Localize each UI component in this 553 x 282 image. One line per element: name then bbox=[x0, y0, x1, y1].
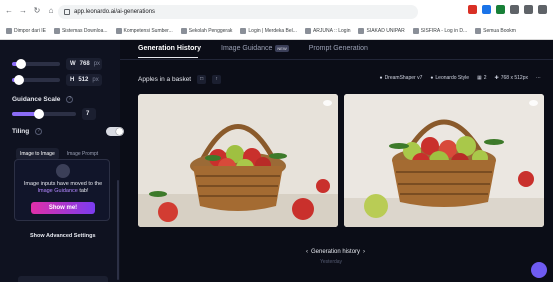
folder-icon bbox=[53, 28, 60, 34]
guidance-label: Guidance Scale bbox=[12, 96, 61, 103]
tabs-divider bbox=[120, 59, 553, 60]
extension-icon[interactable] bbox=[468, 5, 477, 14]
site-icon bbox=[358, 28, 365, 34]
new-badge: NEW bbox=[275, 45, 289, 52]
show-advanced-settings[interactable]: Show Advanced Settings bbox=[30, 233, 96, 239]
more-icon[interactable]: ⋯ bbox=[536, 75, 541, 81]
guidance-header: Guidance Scale ? bbox=[12, 96, 74, 103]
help-icon[interactable]: ? bbox=[66, 96, 74, 103]
height-slider[interactable] bbox=[12, 75, 60, 85]
home-icon[interactable]: ⌂ bbox=[46, 6, 56, 16]
bookmark[interactable]: ARJUNA :: Login bbox=[304, 28, 350, 34]
extension-icon[interactable] bbox=[482, 5, 491, 14]
bookmark[interactable]: SIAKAD UNIPAR bbox=[358, 28, 405, 34]
bookmark[interactable]: Login | Merdeka Bel... bbox=[240, 28, 297, 34]
history-date: Yesterday bbox=[320, 259, 343, 265]
browser-chrome: ← → ↻ ⌂ app.leonardo.ai/ai-generations D… bbox=[0, 0, 553, 40]
image-icon bbox=[56, 164, 70, 178]
guidance-value[interactable]: 7 bbox=[82, 108, 96, 120]
chevron-left-icon[interactable]: ‹ bbox=[306, 249, 308, 255]
model-tag: ● DreamShaper v7 bbox=[379, 75, 423, 81]
puzzle-icon[interactable] bbox=[524, 5, 533, 14]
active-tab-indicator bbox=[138, 57, 198, 58]
settings-sidebar: W 768 px H 512 px Guidance Scale ? 7 Tiling … bbox=[0, 40, 125, 282]
reload-icon[interactable]: ↻ bbox=[32, 6, 42, 16]
generation-history-header: ‹ Generation history › bbox=[306, 249, 366, 255]
bookmark[interactable]: Dimpor dari IE bbox=[6, 28, 46, 34]
help-icon[interactable]: ? bbox=[35, 128, 43, 135]
bookmark[interactable]: Kompetensi Sumber... bbox=[115, 28, 173, 34]
copy-icon[interactable]: □ bbox=[197, 75, 207, 84]
site-icon bbox=[304, 28, 311, 34]
moved-notice-card: Image inputs have moved to the Image Gui… bbox=[14, 159, 110, 221]
bookmark[interactable]: Semua Bookm bbox=[475, 28, 516, 34]
chat-support-button[interactable] bbox=[531, 262, 547, 278]
bookmark[interactable]: Sekolah Penggerak bbox=[180, 28, 232, 34]
site-icon bbox=[180, 28, 187, 34]
back-icon[interactable]: ← bbox=[4, 6, 14, 16]
apple-basket-image bbox=[344, 94, 544, 227]
tiling-label: Tiling bbox=[12, 128, 30, 135]
notice-text: Image inputs have moved to the Image Gui… bbox=[23, 181, 103, 194]
site-icon bbox=[412, 28, 419, 34]
tiling-row: Tiling ? bbox=[12, 127, 125, 136]
style-tag: ● Leonardo Style bbox=[430, 75, 470, 81]
dimensions-icon: ✚ bbox=[494, 75, 499, 81]
main-panel: Generation History Image Guidance NEW Pro… bbox=[120, 40, 553, 282]
bookmarks-bar: Dimpor dari IE Sistemas Downloa... Kompe… bbox=[0, 24, 553, 38]
model-icon: ● bbox=[379, 75, 383, 81]
eye-icon[interactable] bbox=[323, 100, 332, 106]
extension-icon[interactable] bbox=[510, 5, 519, 14]
height-field[interactable]: H 512 px bbox=[66, 74, 102, 86]
generation-meta: ● DreamShaper v7 ● Leonardo Style ▦ 2 ✚ 768 … bbox=[380, 75, 541, 81]
generated-image-2[interactable] bbox=[344, 94, 544, 227]
extension-icon[interactable] bbox=[496, 5, 505, 14]
sidebar-scrollbar[interactable] bbox=[117, 180, 119, 280]
site-icon bbox=[240, 28, 247, 34]
height-row: H 512 px bbox=[12, 74, 102, 86]
width-slider[interactable] bbox=[12, 59, 60, 69]
generate-button[interactable] bbox=[18, 276, 108, 282]
chevron-right-icon[interactable]: › bbox=[363, 249, 365, 255]
folder-icon bbox=[475, 28, 482, 34]
app: W 768 px H 512 px Guidance Scale ? 7 Tiling … bbox=[0, 40, 553, 282]
tab-generation-history[interactable]: Generation History bbox=[138, 45, 201, 52]
count-tag: ▦ 2 bbox=[477, 75, 487, 81]
lock-icon bbox=[64, 9, 70, 15]
guidance-slider[interactable] bbox=[12, 109, 76, 119]
url-text: app.leonardo.ai/ai-generations bbox=[74, 9, 156, 15]
arrow-up-icon[interactable]: ↑ bbox=[212, 75, 222, 84]
generated-image-1[interactable] bbox=[138, 94, 338, 227]
bookmark[interactable]: SISFIRA - Log in D... bbox=[412, 28, 467, 34]
address-bar[interactable]: app.leonardo.ai/ai-generations bbox=[58, 5, 418, 19]
forward-icon[interactable]: → bbox=[18, 6, 28, 16]
guidance-row: 7 bbox=[12, 108, 96, 120]
tab-image-guidance[interactable]: Image Guidance NEW bbox=[221, 45, 289, 52]
menu-icon[interactable] bbox=[538, 5, 547, 14]
prompt-row: Apples in a basket □ ↑ bbox=[138, 75, 222, 84]
extension-icons bbox=[468, 5, 547, 14]
main-tabs: Generation History Image Guidance NEW Pro… bbox=[138, 45, 368, 52]
apple-basket-image bbox=[138, 94, 338, 227]
width-field[interactable]: W 768 px bbox=[66, 58, 102, 70]
size-tag: ✚ 768 x 512px bbox=[494, 75, 528, 81]
images-icon: ▦ bbox=[477, 75, 482, 81]
width-row: W 768 px bbox=[12, 58, 102, 70]
site-icon bbox=[115, 28, 122, 34]
show-me-button[interactable]: Show me! bbox=[31, 202, 95, 214]
tab-prompt-generation[interactable]: Prompt Generation bbox=[309, 45, 368, 52]
style-icon: ● bbox=[430, 75, 434, 81]
eye-icon[interactable] bbox=[529, 100, 538, 106]
folder-icon bbox=[6, 28, 12, 34]
prompt-text: Apples in a basket bbox=[138, 76, 192, 83]
bookmark[interactable]: Sistemas Downloa... bbox=[53, 28, 108, 34]
